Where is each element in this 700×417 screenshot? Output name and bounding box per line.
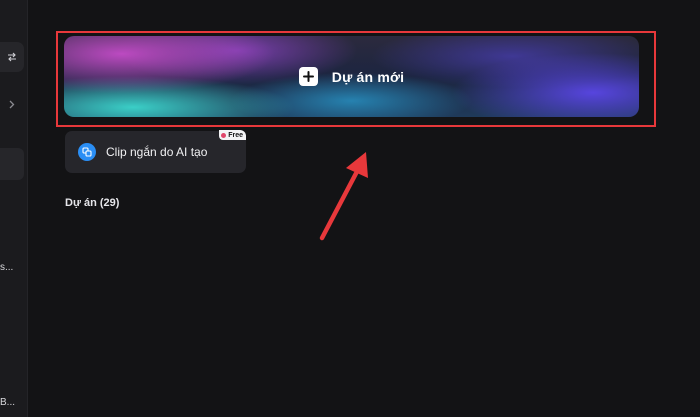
annotation-arrow-icon	[319, 152, 368, 241]
sidebar: s... B...	[0, 0, 28, 417]
chevron-right-icon[interactable]	[0, 89, 24, 119]
ai-short-clip-button[interactable]: Clip ngắn do AI tạo Free	[65, 130, 246, 173]
projects-heading-label: Dự án	[65, 197, 97, 209]
plus-icon	[298, 67, 318, 86]
app-window: s... B... Dự án mới Clip ngắn do AI tạo …	[0, 0, 700, 417]
free-dot-icon	[221, 132, 227, 138]
projects-count: (29)	[99, 197, 120, 209]
sidebar-item-label[interactable]: B...	[0, 397, 15, 408]
free-badge: Free	[219, 130, 246, 140]
sidebar-item-label[interactable]: s...	[0, 262, 13, 273]
swap-arrows-icon[interactable]	[0, 42, 24, 72]
new-project-button[interactable]: Dự án mới	[64, 36, 639, 117]
free-badge-label: Free	[228, 131, 243, 139]
sidebar-item-selected[interactable]	[0, 148, 24, 180]
projects-heading: Dự án (29)	[65, 197, 119, 209]
clip-icon	[78, 143, 96, 161]
ai-short-clip-label: Clip ngắn do AI tạo	[106, 145, 208, 159]
new-project-label: Dự án mới	[331, 68, 405, 85]
